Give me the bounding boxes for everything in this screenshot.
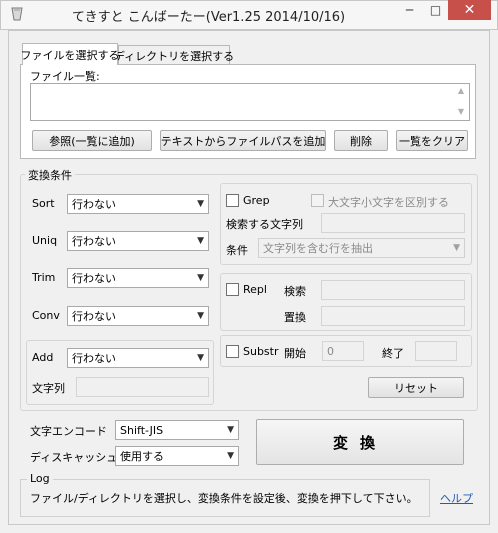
chevron-down-icon: ▼ [197,199,204,209]
minimize-icon: ─ [405,3,414,17]
case-sensitive-label: 大文字小文字を区別する [328,196,449,209]
add-string-input[interactable] [76,377,209,397]
app-icon [11,7,23,21]
chevron-down-icon: ▼ [197,236,204,246]
repl-search-input[interactable] [321,280,465,300]
encoding-select[interactable]: Shift-JIS ▼ [115,420,239,440]
substr-end-input[interactable] [415,341,457,361]
grep-label: Grep [243,194,270,207]
delete-button[interactable]: 削除 [334,130,388,151]
chevron-down-icon: ▼ [197,311,204,321]
disk-cache-label: ディスキャッシュ [30,451,118,464]
log-message: ファイル/ディレクトリを選択し、変換条件を設定後、変換を押下して下さい。 [30,492,418,505]
repl-replace-input[interactable] [321,306,465,326]
grep-checkbox[interactable] [226,194,239,207]
maximize-button[interactable]: □ [423,0,448,20]
close-button[interactable]: ✕ [448,0,491,20]
grep-search-label: 検索する文字列 [226,218,303,231]
conversion-group-title: 変換条件 [25,167,75,183]
file-list-scrollbar[interactable]: ▲ ▼ [453,84,469,120]
substr-label: Substr [243,345,279,358]
trim-select[interactable]: 行わない ▼ [67,268,209,288]
clear-list-button[interactable]: 一覧をクリア [396,130,468,151]
reset-button[interactable]: リセット [368,377,464,398]
window-title: てきすと こんばーたー(Ver1.25 2014/10/16) [72,10,346,25]
chevron-down-icon: ▼ [227,425,234,435]
tab-select-directory[interactable]: ディレクトリを選択する [114,45,234,65]
close-icon: ✕ [463,2,476,18]
log-title: Log [27,472,53,485]
substr-checkbox[interactable] [226,345,239,358]
grep-condition-select[interactable]: 文字列を含む行を抽出 ▼ [258,238,465,258]
add-label: Add [32,351,54,364]
maximize-icon: □ [429,3,442,17]
repl-label: Repl [243,283,267,296]
repl-replace-label: 置換 [284,311,306,324]
grep-search-input[interactable] [321,213,465,233]
add-string-label: 文字列 [32,382,65,395]
add-from-text-button[interactable]: テキストからファイルパスを追加 [160,130,326,151]
grep-condition-label: 条件 [226,244,248,257]
chevron-down-icon: ▼ [197,273,204,283]
add-select[interactable]: 行わない ▼ [67,348,209,368]
disk-cache-select[interactable]: 使用する ▼ [115,446,239,466]
conv-label: Conv [32,309,60,322]
substr-start-label: 開始 [284,347,306,360]
file-list-label: ファイル一覧: [30,70,100,83]
convert-button[interactable]: 変換 [256,419,464,465]
repl-checkbox[interactable] [226,283,239,296]
encoding-label: 文字エンコード [30,425,107,438]
help-link[interactable]: ヘルプ [440,490,473,506]
repl-search-label: 検索 [284,285,306,298]
chevron-down-icon: ▼ [453,243,460,253]
scroll-up-icon: ▲ [457,86,465,95]
trim-label: Trim [32,271,56,284]
substr-start-input[interactable]: 0 [322,341,364,361]
sort-select[interactable]: 行わない ▼ [67,194,209,214]
file-list[interactable]: ▲ ▼ [30,83,470,121]
conv-select[interactable]: 行わない ▼ [67,306,209,326]
uniq-select[interactable]: 行わない ▼ [67,231,209,251]
minimize-button[interactable]: ─ [396,0,423,20]
uniq-label: Uniq [32,234,58,247]
sort-label: Sort [32,197,55,210]
tab-select-file[interactable]: ファイルを選択する [21,43,120,65]
substr-end-label: 終了 [382,347,404,360]
chevron-down-icon: ▼ [227,451,234,461]
browse-button[interactable]: 参照(一覧に追加) [32,130,152,151]
chevron-down-icon: ▼ [197,353,204,363]
scroll-down-icon: ▼ [457,107,465,116]
case-sensitive-checkbox[interactable] [311,194,324,207]
